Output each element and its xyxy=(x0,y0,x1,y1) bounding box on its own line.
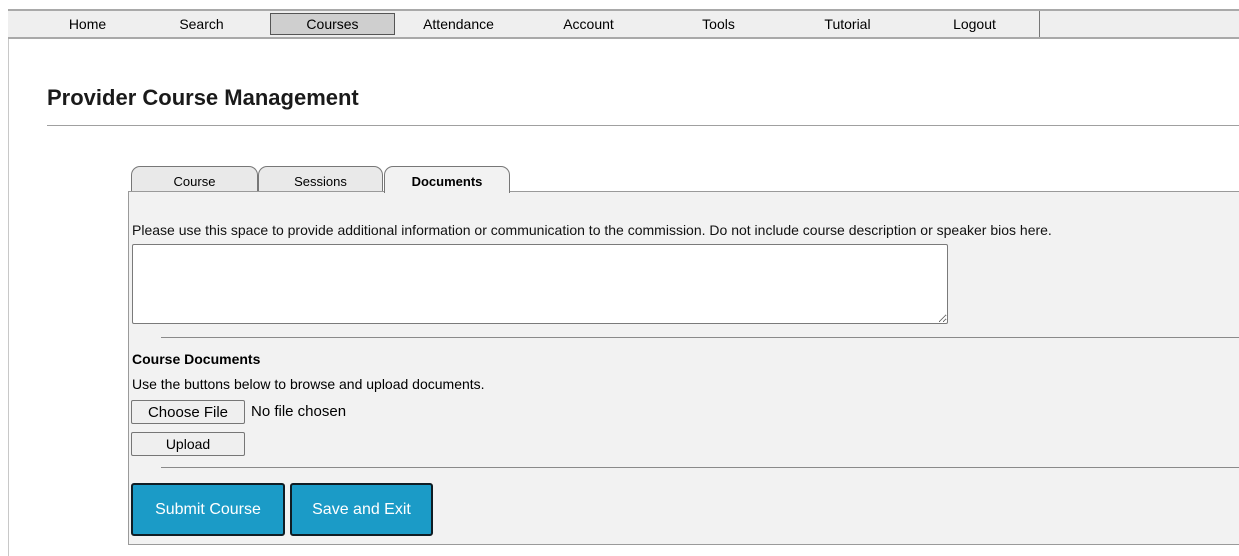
notes-instruction: Please use this space to provide additio… xyxy=(132,222,1052,238)
title-divider xyxy=(47,125,1239,126)
additional-info-textarea[interactable] xyxy=(132,244,948,324)
nav-tools[interactable]: Tools xyxy=(656,13,781,35)
tab-sessions[interactable]: Sessions xyxy=(258,166,383,192)
tab-documents[interactable]: Documents xyxy=(384,166,510,193)
nav-account[interactable]: Account xyxy=(526,13,651,35)
file-status-text: No file chosen xyxy=(251,403,347,420)
course-documents-heading: Course Documents xyxy=(132,351,261,367)
nav-attendance[interactable]: Attendance xyxy=(396,13,521,35)
nav-home[interactable]: Home xyxy=(25,13,150,35)
tab-course[interactable]: Course xyxy=(131,166,258,192)
course-documents-help: Use the buttons below to browse and uplo… xyxy=(132,376,485,392)
actions-divider xyxy=(161,467,1239,468)
save-and-exit-button[interactable]: Save and Exit xyxy=(290,483,433,536)
upload-button[interactable]: Upload xyxy=(131,432,245,456)
submit-course-button[interactable]: Submit Course xyxy=(131,483,285,536)
nav-search[interactable]: Search xyxy=(139,13,264,35)
nav-divider xyxy=(1039,11,1040,37)
nav-logout[interactable]: Logout xyxy=(912,13,1037,35)
choose-file-button[interactable]: Choose File xyxy=(131,400,245,424)
main-nav-bar: Home Search Courses Attendance Account T… xyxy=(8,9,1239,39)
left-border xyxy=(8,9,9,556)
nav-courses[interactable]: Courses xyxy=(270,13,395,35)
nav-tutorial[interactable]: Tutorial xyxy=(785,13,910,35)
top-strip xyxy=(0,0,1239,9)
page-title: Provider Course Management xyxy=(47,85,359,110)
section-divider xyxy=(161,337,1239,338)
